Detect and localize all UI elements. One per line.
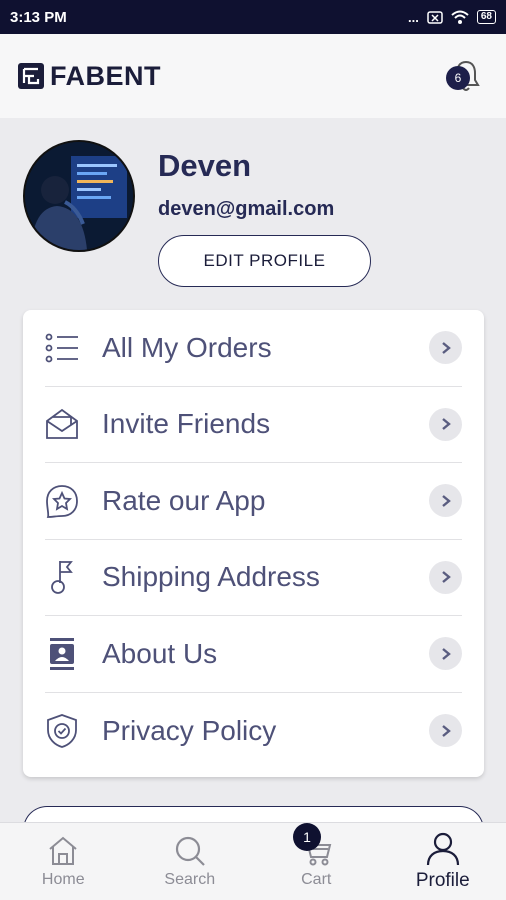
contact-card-icon <box>45 637 79 671</box>
tab-home[interactable]: Home <box>0 823 127 900</box>
menu-item-label: Invite Friends <box>102 408 271 440</box>
list-icon <box>45 331 79 365</box>
chevron-right-icon <box>429 714 462 748</box>
star-badge-icon <box>45 484 79 518</box>
home-icon <box>49 836 77 865</box>
chevron-right-icon <box>429 484 462 518</box>
flag-pin-icon <box>45 560 79 595</box>
tab-profile[interactable]: Profile <box>380 823 506 900</box>
menu-item-label: Privacy Policy <box>102 714 277 746</box>
logo-mark-icon <box>18 63 44 89</box>
menu-item-label: Shipping Address <box>102 561 320 593</box>
sim-off-icon <box>427 10 443 24</box>
chevron-right-icon <box>429 331 462 365</box>
more-dots-icon: ... <box>408 9 419 25</box>
brand-name: FABENT <box>50 60 161 91</box>
tab-label: Home <box>41 870 85 888</box>
notifications-button[interactable]: 6 <box>444 54 488 98</box>
menu-item-about-us[interactable]: About Us <box>45 616 462 693</box>
menu-item-label: All My Orders <box>102 331 272 363</box>
user-email: deven@gmail.com <box>158 198 335 220</box>
menu-card: All My Orders Invite Friends Rate our Ap… <box>23 310 484 777</box>
tab-label: Profile <box>415 869 470 891</box>
tab-label: Cart <box>301 870 332 888</box>
status-bar: 3:13 PM ... 68 <box>0 0 506 34</box>
menu-item-shipping-address[interactable]: Shipping Address <box>45 540 462 616</box>
wifi-icon <box>451 10 469 24</box>
cart-badge: 1 <box>293 823 321 851</box>
tab-label: Search <box>164 870 216 888</box>
avatar[interactable] <box>23 140 135 252</box>
menu-item-rate-our-app[interactable]: Rate our App <box>45 463 462 540</box>
profile-header: Deven deven@gmail.com EDIT PROFILE <box>0 118 506 308</box>
menu-item-all-my-orders[interactable]: All My Orders <box>45 310 462 387</box>
chevron-right-icon <box>429 637 462 671</box>
chevron-right-icon <box>429 560 462 594</box>
user-name: Deven <box>158 148 252 183</box>
status-time: 3:13 PM <box>10 8 67 26</box>
app-bar: FABENT 6 <box>0 34 506 118</box>
tab-search[interactable]: Search <box>127 823 254 900</box>
menu-item-label: Rate our App <box>102 484 266 516</box>
tab-cart[interactable]: 1 Cart <box>253 823 380 900</box>
menu-item-label: About Us <box>102 637 218 669</box>
bottom-nav: Home Search 1 Cart Profile <box>0 822 506 900</box>
shield-check-icon <box>45 713 79 748</box>
status-icons: ... 68 <box>408 10 496 25</box>
search-icon <box>175 836 205 866</box>
user-icon <box>426 832 459 865</box>
notification-badge: 6 <box>446 66 470 90</box>
envelope-icon <box>45 407 79 441</box>
battery-icon: 68 <box>476 10 496 24</box>
chevron-right-icon <box>429 407 462 441</box>
menu-item-privacy-policy[interactable]: Privacy Policy <box>45 693 462 770</box>
menu-item-invite-friends[interactable]: Invite Friends <box>45 387 462 463</box>
brand-logo: FABENT <box>18 61 444 92</box>
edit-profile-button[interactable]: EDIT PROFILE <box>158 235 371 287</box>
